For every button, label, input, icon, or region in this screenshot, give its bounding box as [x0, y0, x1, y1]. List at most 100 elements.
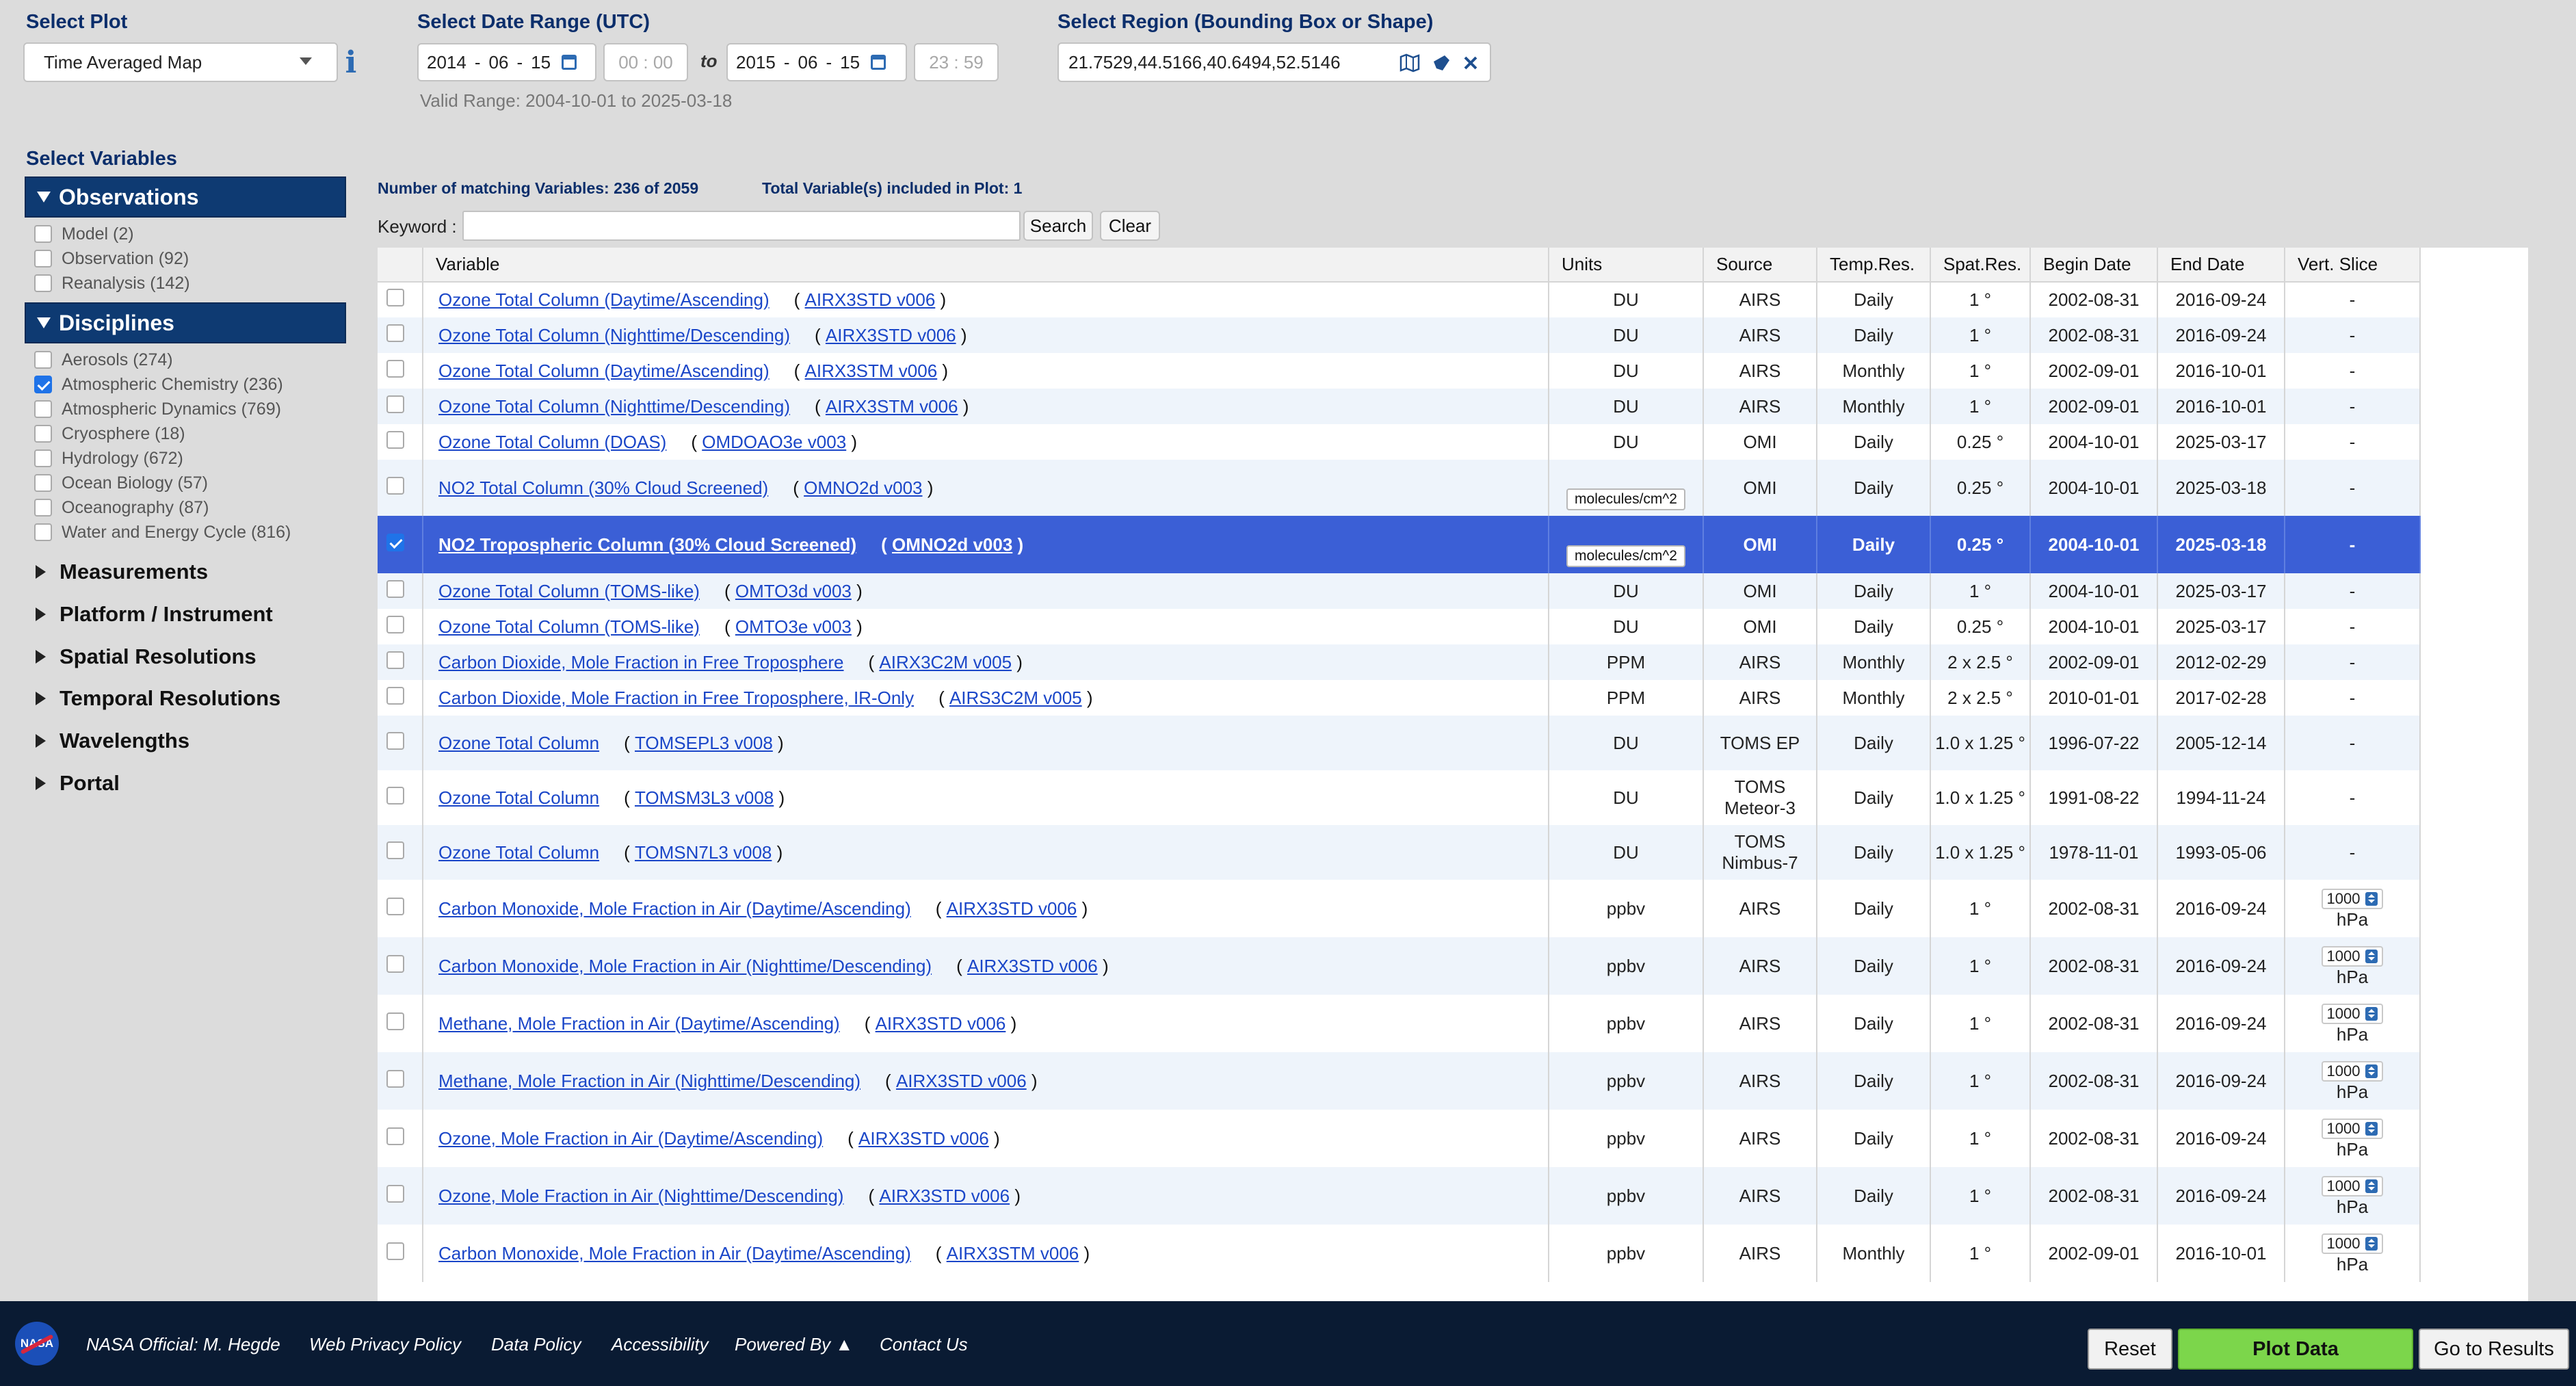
table-row[interactable]: Carbon Monoxide, Mole Fraction in Air (D… — [378, 1225, 2421, 1282]
checkbox[interactable] — [34, 274, 52, 292]
variable-link[interactable]: Ozone Total Column (DOAS) — [438, 432, 666, 452]
row-checkbox[interactable] — [386, 615, 404, 633]
facet-observations-header[interactable]: Observations — [25, 176, 346, 218]
row-checkbox-cell[interactable] — [378, 1052, 423, 1110]
end-time-input[interactable]: 23 : 59 — [914, 43, 999, 81]
row-checkbox-cell[interactable] — [378, 770, 423, 825]
col-vert-slice[interactable]: Vert. Slice — [2285, 248, 2421, 283]
checkbox[interactable] — [34, 400, 52, 418]
keyword-input[interactable] — [462, 211, 1021, 241]
row-checkbox-cell[interactable] — [378, 317, 423, 353]
variable-link[interactable]: Methane, Mole Fraction in Air (Nighttime… — [438, 1071, 860, 1091]
table-row[interactable]: Ozone Total Column (Nighttime/Descending… — [378, 317, 2421, 353]
row-checkbox-cell[interactable] — [378, 1167, 423, 1225]
row-checkbox[interactable] — [386, 1242, 404, 1260]
checkbox[interactable] — [34, 499, 52, 517]
row-checkbox[interactable] — [386, 1012, 404, 1030]
vertical-slice-input[interactable]: 1000 — [2321, 945, 2384, 967]
table-row[interactable]: Ozone Total Column (Nighttime/Descending… — [378, 389, 2421, 424]
variable-link[interactable]: Ozone Total Column — [438, 733, 599, 753]
facet-wavelengths[interactable]: Wavelengths — [36, 729, 189, 753]
table-row[interactable]: Ozone Total Column (Daytime/Ascending)( … — [378, 353, 2421, 389]
footer-link-powered-by[interactable]: Powered By ▲ — [735, 1334, 853, 1355]
product-link[interactable]: AIRX3STM v006 — [947, 1243, 1079, 1264]
product-link[interactable]: AIRX3STD v006 — [805, 289, 936, 310]
spinner-icon[interactable] — [2365, 1006, 2378, 1021]
facet-item-aerosols[interactable]: Aerosols (274) — [34, 348, 173, 371]
checkbox[interactable] — [34, 449, 52, 467]
row-checkbox[interactable] — [386, 841, 404, 859]
facet-disciplines-header[interactable]: Disciplines — [25, 302, 346, 343]
start-time-input[interactable]: 00 : 00 — [603, 43, 688, 81]
facet-portal[interactable]: Portal — [36, 771, 120, 796]
vertical-slice-input[interactable]: 1000 — [2321, 1118, 2384, 1139]
row-checkbox-cell[interactable] — [378, 389, 423, 424]
row-checkbox-cell[interactable] — [378, 937, 423, 995]
product-link[interactable]: AIRX3STD v006 — [858, 1128, 989, 1149]
variable-link[interactable]: Carbon Monoxide, Mole Fraction in Air (D… — [438, 898, 911, 919]
row-checkbox-cell[interactable] — [378, 716, 423, 770]
variable-link[interactable]: Ozone, Mole Fraction in Air (Daytime/Asc… — [438, 1128, 823, 1149]
product-link[interactable]: AIRX3STD v006 — [879, 1186, 1010, 1206]
footer-link-contact[interactable]: Contact Us — [880, 1334, 968, 1355]
table-row[interactable]: Ozone, Mole Fraction in Air (Nighttime/D… — [378, 1167, 2421, 1225]
region-input[interactable]: 21.7529,44.5166,40.6494,52.5146 — [1057, 42, 1491, 82]
row-checkbox[interactable] — [386, 289, 404, 306]
reset-button[interactable]: Reset — [2088, 1329, 2172, 1370]
facet-item-ocean-biology[interactable]: Ocean Biology (57) — [34, 471, 208, 495]
product-link[interactable]: AIRS3C2M v005 — [949, 688, 1082, 708]
row-checkbox-cell[interactable] — [378, 353, 423, 389]
row-checkbox[interactable] — [386, 579, 404, 598]
footer-link-data-policy[interactable]: Data Policy — [491, 1334, 581, 1355]
row-checkbox-cell[interactable] — [378, 573, 423, 609]
row-checkbox[interactable] — [386, 533, 404, 551]
product-link[interactable]: AIRX3STM v006 — [805, 361, 938, 381]
table-row[interactable]: Ozone Total Column (TOMS-like)( OMTO3d v… — [378, 573, 2421, 609]
variable-link[interactable]: NO2 Tropospheric Column (30% Cloud Scree… — [438, 534, 856, 555]
table-row[interactable]: Ozone, Mole Fraction in Air (Daytime/Asc… — [378, 1110, 2421, 1167]
row-checkbox[interactable] — [386, 430, 404, 449]
variable-link[interactable]: Ozone Total Column (Nighttime/Descending… — [438, 325, 790, 345]
col-units[interactable]: Units — [1549, 248, 1704, 283]
variable-link[interactable]: Ozone Total Column (Daytime/Ascending) — [438, 289, 770, 310]
row-checkbox[interactable] — [386, 1184, 404, 1203]
row-checkbox-cell[interactable] — [378, 680, 423, 716]
variables-table-container[interactable]: Variable Units Source Temp.Res. Spat.Res… — [378, 248, 2528, 1301]
product-link[interactable]: TOMSEPL3 v008 — [635, 733, 773, 753]
start-date-input[interactable]: 2014 - 06 - 15 — [417, 43, 596, 81]
table-row[interactable]: Carbon Dioxide, Mole Fraction in Free Tr… — [378, 680, 2421, 716]
shape-icon[interactable] — [1431, 53, 1451, 73]
product-link[interactable]: AIRX3STD v006 — [947, 898, 1077, 919]
vertical-slice-input[interactable]: 1000 — [2321, 888, 2384, 909]
search-button[interactable]: Search — [1023, 211, 1093, 241]
row-checkbox[interactable] — [386, 395, 404, 413]
variable-link[interactable]: Ozone Total Column — [438, 787, 599, 808]
row-checkbox-cell[interactable] — [378, 1225, 423, 1282]
row-checkbox[interactable] — [386, 324, 404, 342]
footer-link-privacy[interactable]: Web Privacy Policy — [309, 1334, 461, 1355]
col-begin-date[interactable]: Begin Date — [2030, 248, 2158, 283]
product-link[interactable]: AIRX3C2M v005 — [879, 652, 1012, 672]
checkbox-checked[interactable] — [34, 376, 52, 393]
row-checkbox[interactable] — [386, 651, 404, 669]
spinner-icon[interactable] — [2365, 1236, 2378, 1251]
spinner-icon[interactable] — [2365, 1179, 2378, 1193]
col-spat-res[interactable]: Spat.Res. — [1930, 248, 2031, 283]
table-row[interactable]: Carbon Dioxide, Mole Fraction in Free Tr… — [378, 644, 2421, 680]
checkbox[interactable] — [34, 225, 52, 243]
facet-platform-instrument[interactable]: Platform / Instrument — [36, 602, 273, 627]
row-checkbox-cell[interactable] — [378, 995, 423, 1052]
variable-link[interactable]: Carbon Dioxide, Mole Fraction in Free Tr… — [438, 688, 914, 708]
row-checkbox[interactable] — [386, 476, 404, 495]
vertical-slice-input[interactable]: 1000 — [2321, 1233, 2384, 1254]
spinner-icon[interactable] — [2365, 1064, 2378, 1078]
variable-link[interactable]: Ozone Total Column (Nighttime/Descending… — [438, 396, 790, 417]
facet-spatial-resolutions[interactable]: Spatial Resolutions — [36, 644, 257, 669]
clear-button[interactable]: Clear — [1100, 211, 1160, 241]
row-checkbox-cell[interactable] — [378, 460, 423, 516]
table-row[interactable]: Carbon Monoxide, Mole Fraction in Air (N… — [378, 937, 2421, 995]
row-checkbox-cell[interactable] — [378, 516, 423, 573]
col-temp-res[interactable]: Temp.Res. — [1817, 248, 1931, 283]
spinner-icon[interactable] — [2365, 1121, 2378, 1136]
variable-link[interactable]: Carbon Dioxide, Mole Fraction in Free Tr… — [438, 652, 844, 672]
